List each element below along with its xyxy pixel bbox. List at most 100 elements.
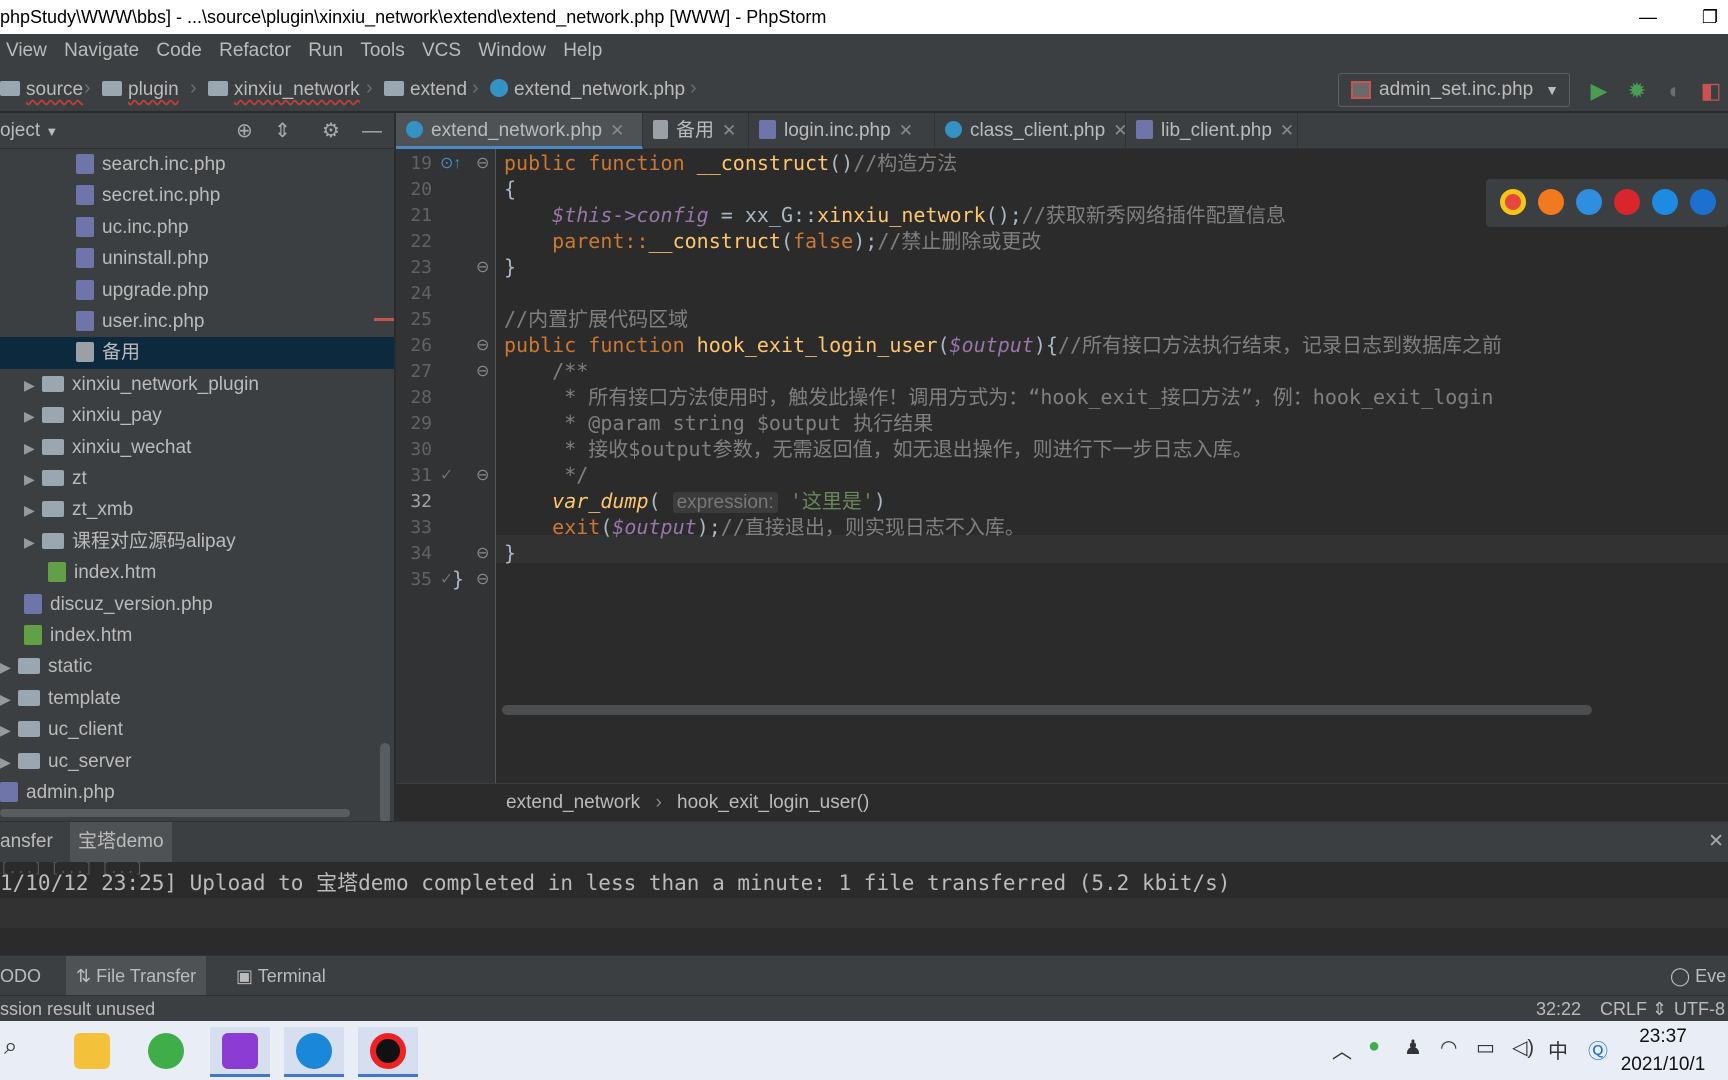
ie-icon[interactable]: [1652, 189, 1678, 215]
expand-arrow-icon[interactable]: ▶: [24, 526, 42, 558]
expand-arrow-icon[interactable]: ▶: [24, 432, 42, 464]
tree-file[interactable]: user.inc.php: [0, 306, 394, 338]
breadcrumb-class[interactable]: extend_network: [506, 792, 640, 813]
tree-folder[interactable]: ▶ static: [0, 651, 394, 683]
code-editor[interactable]: ⊙↑ ✓ ✓ ⊖ ⊖ ⊖ ⊖ ⊖ ⊖ ⊖ 1819202122232425262…: [396, 149, 1728, 783]
ime-indicator[interactable]: 中: [1548, 1035, 1568, 1064]
editor-horizontal-scrollbar[interactable]: [502, 705, 1592, 715]
tab-lib-client[interactable]: lib_client.php ✕: [1126, 113, 1298, 149]
tree-file[interactable]: index.htm: [0, 620, 394, 652]
hide-icon[interactable]: —: [362, 113, 382, 149]
taskbar-file-explorer[interactable]: [62, 1027, 122, 1077]
expand-arrow-icon[interactable]: ▶: [0, 714, 18, 746]
expand-arrow-icon[interactable]: ▶: [0, 683, 18, 715]
tree-file[interactable]: 备用: [0, 337, 394, 370]
tree-file[interactable]: secret.inc.php: [0, 180, 394, 212]
tab-login-inc[interactable]: login.inc.php ✕: [749, 113, 935, 149]
file-encoding[interactable]: UTF-8: [1674, 996, 1725, 1022]
tree-folder[interactable]: ▶ template: [0, 683, 394, 715]
close-icon[interactable]: ✕: [722, 121, 736, 140]
minimize-icon[interactable]: —: [1628, 0, 1668, 34]
menu-refactor[interactable]: Refactor: [213, 34, 297, 68]
menu-tools[interactable]: Tools: [354, 34, 410, 68]
expand-arrow-icon[interactable]: ▶: [24, 463, 42, 495]
caret-position[interactable]: 32:22: [1536, 996, 1581, 1022]
breadcrumb-extend[interactable]: extend: [384, 77, 467, 103]
locate-icon[interactable]: ⊕: [236, 113, 253, 149]
chrome-icon[interactable]: [1500, 189, 1526, 215]
breadcrumb-file[interactable]: extend_network.php: [490, 77, 685, 103]
tool-event-log[interactable]: ◯ Eve: [1660, 956, 1728, 996]
restore-icon[interactable]: ❐: [1690, 0, 1728, 34]
menu-help[interactable]: Help: [557, 34, 608, 68]
breadcrumb-source[interactable]: source: [0, 77, 83, 103]
tree-file[interactable]: uc.inc.php: [0, 212, 394, 244]
fold-marker-icon[interactable]: ⊖: [476, 153, 489, 173]
tool-terminal[interactable]: ▣ Terminal: [226, 956, 336, 996]
collapse-all-icon[interactable]: ⇕: [274, 113, 291, 149]
tree-horizontal-scrollbar[interactable]: [0, 809, 350, 817]
taskbar-edge[interactable]: [284, 1027, 344, 1077]
tab-baota-demo[interactable]: 宝塔demo: [70, 822, 172, 862]
expand-arrow-icon[interactable]: ▶: [0, 746, 18, 778]
fold-marker-icon[interactable]: ⊖: [476, 569, 489, 589]
line-separator[interactable]: CRLF ⇕: [1600, 996, 1667, 1022]
tree-file[interactable]: search.inc.php: [0, 149, 394, 181]
tree-file[interactable]: uninstall.php: [0, 243, 394, 275]
tree-folder[interactable]: ▶ zt: [0, 463, 394, 495]
breadcrumb-xinxiu-network[interactable]: xinxiu_network: [208, 77, 360, 103]
expand-arrow-icon[interactable]: ▶: [24, 369, 42, 401]
tree-folder[interactable]: ▶ xinxiu_pay: [0, 400, 394, 432]
tree-folder[interactable]: ▶ uc_client: [0, 714, 394, 746]
wifi-icon[interactable]: ◠: [1440, 1035, 1457, 1060]
tray-qq-icon[interactable]: ♟: [1404, 1035, 1422, 1060]
menu-run[interactable]: Run: [302, 34, 349, 68]
firefox-icon[interactable]: [1538, 189, 1564, 215]
tree-folder[interactable]: ▶ xinxiu_network_plugin: [0, 369, 394, 401]
edge-icon[interactable]: [1690, 189, 1716, 215]
run-icon[interactable]: ▶: [1586, 78, 1612, 104]
menu-view[interactable]: View: [0, 34, 53, 68]
breadcrumb-plugin[interactable]: plugin: [102, 77, 179, 103]
volume-icon[interactable]: ◁): [1512, 1035, 1534, 1060]
tab-beiyong[interactable]: 备用 ✕: [643, 113, 749, 149]
tray-360-icon[interactable]: ●: [1368, 1035, 1380, 1058]
menu-window[interactable]: Window: [472, 34, 552, 68]
expand-arrow-icon[interactable]: ▶: [24, 494, 42, 526]
tab-file-transfer[interactable]: ansfer: [0, 822, 61, 862]
search-icon[interactable]: ⌕: [4, 1033, 17, 1061]
close-icon[interactable]: ✕: [610, 121, 624, 140]
tree-folder[interactable]: ▶ 课程对应源码alipay: [0, 526, 394, 558]
taskbar-recorder[interactable]: [358, 1027, 418, 1077]
expand-arrow-icon[interactable]: ▶: [24, 400, 42, 432]
project-view-selector[interactable]: oject ▼: [0, 113, 58, 150]
tab-class-client[interactable]: class_client.php ✕: [935, 113, 1127, 149]
expand-arrow-icon[interactable]: ▶: [0, 651, 18, 683]
fold-marker-icon[interactable]: ⊖: [476, 361, 489, 381]
tree-file[interactable]: upgrade.php: [0, 275, 394, 307]
fold-marker-icon[interactable]: ⊖: [476, 335, 489, 355]
battery-icon[interactable]: ▭: [1476, 1035, 1495, 1060]
taskbar-phpstorm[interactable]: [210, 1027, 270, 1077]
tree-file[interactable]: discuz_version.php: [0, 589, 394, 621]
tree-folder[interactable]: ▶ uc_server: [0, 746, 394, 778]
menu-navigate[interactable]: Navigate: [58, 34, 145, 68]
run-configuration-select[interactable]: admin_set.inc.php ▼: [1338, 73, 1570, 107]
tray-expand-icon[interactable]: ︿: [1332, 1035, 1352, 1064]
close-icon[interactable]: ✕: [1280, 121, 1294, 140]
fold-marker-icon[interactable]: ⊖: [476, 257, 489, 277]
tree-file[interactable]: admin.php: [0, 777, 394, 809]
tool-file-transfer[interactable]: ⇅ File Transfer: [66, 956, 207, 996]
clock[interactable]: 23:37 2021/10/1: [1598, 1023, 1728, 1079]
stop-icon[interactable]: ◧: [1698, 78, 1724, 104]
close-icon[interactable]: ✕: [899, 121, 913, 140]
opera-icon[interactable]: [1614, 189, 1640, 215]
safari-icon[interactable]: [1576, 189, 1602, 215]
breadcrumb-method[interactable]: hook_exit_login_user(): [677, 792, 869, 813]
override-method-icon[interactable]: ⊙↑: [440, 153, 461, 173]
tab-extend-network[interactable]: extend_network.php ✕: [396, 113, 643, 149]
tree-folder[interactable]: ▶ zt_xmb: [0, 494, 394, 526]
tree-folder[interactable]: ▶ xinxiu_wechat: [0, 432, 394, 464]
menu-code[interactable]: Code: [150, 34, 207, 68]
debug-icon[interactable]: ✹: [1624, 78, 1650, 104]
